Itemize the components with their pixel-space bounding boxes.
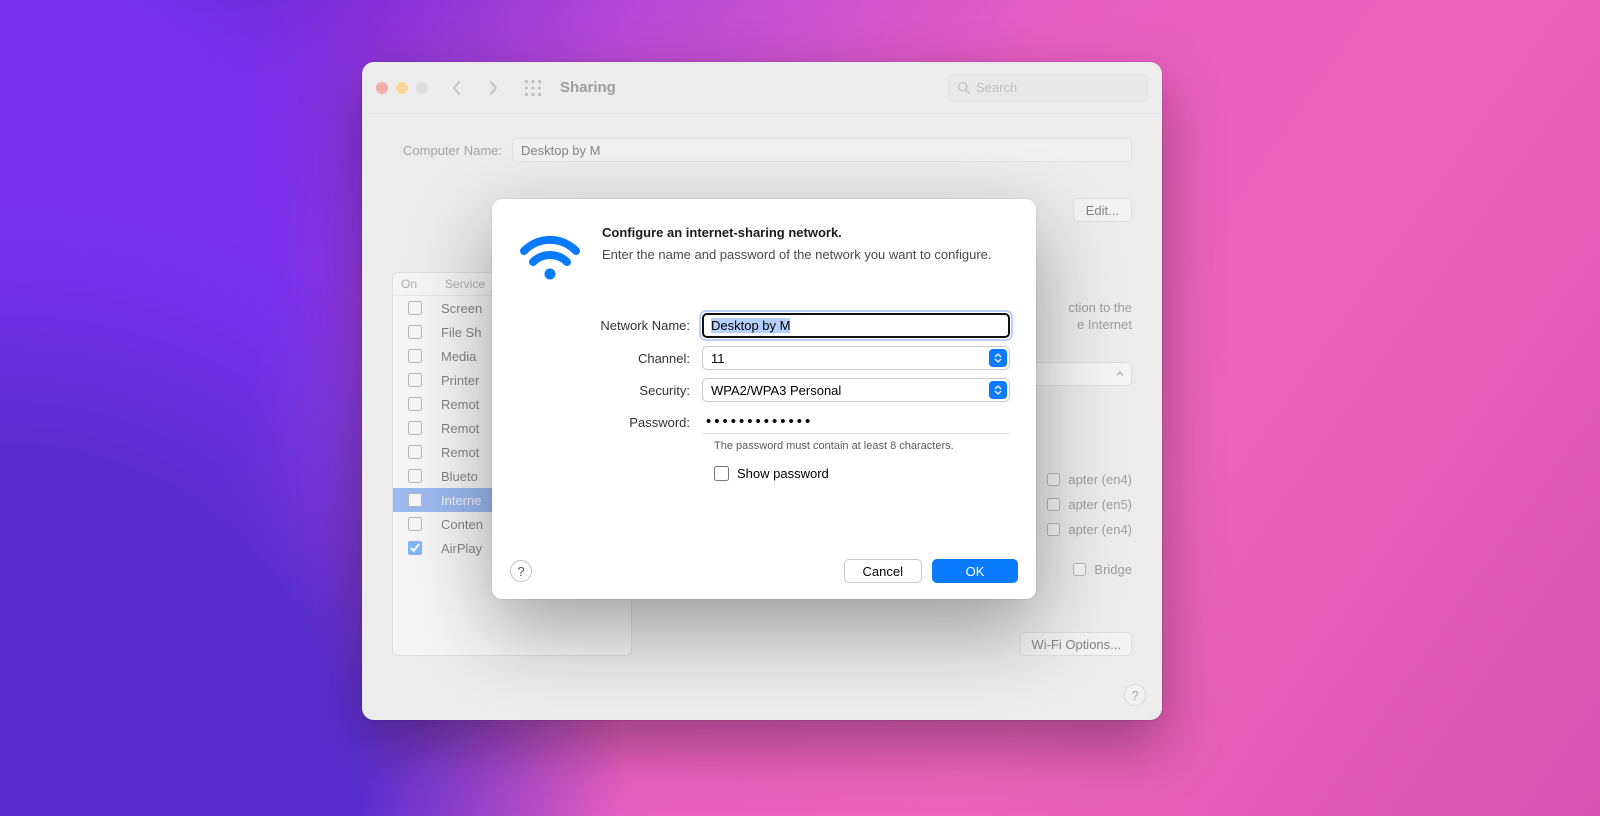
sharing-description: ction to the e Internet <box>1068 300 1132 334</box>
password-label: Password: <box>518 415 702 430</box>
security-select[interactable]: WPA2/WPA3 Personal <box>702 378 1010 402</box>
window-title: Sharing <box>560 79 616 96</box>
port-checkbox[interactable] <box>1047 498 1060 511</box>
back-button[interactable] <box>444 75 470 101</box>
updown-icon <box>1115 371 1125 377</box>
cancel-button[interactable]: Cancel <box>844 559 922 583</box>
search-field[interactable]: Search <box>948 74 1148 102</box>
edit-hostname-button[interactable]: Edit... <box>1073 198 1132 222</box>
service-checkbox[interactable] <box>408 325 422 339</box>
computer-name-label: Computer Name: <box>392 143 512 158</box>
service-checkbox[interactable] <box>408 493 422 507</box>
port-row[interactable]: apter (en5) <box>1047 492 1132 516</box>
show-password-row[interactable]: Show password <box>714 466 1010 481</box>
show-password-label: Show password <box>737 466 829 481</box>
port-row[interactable]: apter (en4) <box>1047 517 1132 541</box>
service-checkbox[interactable] <box>408 517 422 531</box>
wifi-icon <box>518 225 582 289</box>
security-label: Security: <box>518 383 702 398</box>
service-checkbox[interactable] <box>408 541 422 555</box>
forward-button[interactable] <box>480 75 506 101</box>
service-checkbox[interactable] <box>408 445 422 459</box>
service-checkbox[interactable] <box>408 373 422 387</box>
port-row[interactable]: Bridge <box>1073 557 1132 581</box>
password-field[interactable] <box>702 410 1010 434</box>
close-window-button[interactable] <box>376 82 388 94</box>
service-checkbox[interactable] <box>408 421 422 435</box>
port-checkbox[interactable] <box>1047 473 1060 486</box>
zoom-window-button[interactable] <box>416 82 428 94</box>
help-button[interactable]: ? <box>1124 684 1146 706</box>
window-traffic-lights <box>376 82 428 94</box>
channel-label: Channel: <box>518 351 702 366</box>
ok-button[interactable]: OK <box>932 559 1018 583</box>
network-name-field[interactable] <box>702 313 1010 338</box>
channel-select[interactable]: 11 <box>702 346 1010 370</box>
updown-icon <box>989 381 1007 399</box>
port-checkbox[interactable] <box>1073 563 1086 576</box>
dialog-subtitle: Enter the name and password of the netwo… <box>602 246 1010 264</box>
computer-name-field[interactable] <box>512 138 1132 162</box>
configure-network-dialog: Configure an internet-sharing network. E… <box>492 199 1036 599</box>
titlebar: Sharing Search <box>362 62 1162 114</box>
service-checkbox[interactable] <box>408 397 422 411</box>
dialog-help-button[interactable]: ? <box>510 560 532 582</box>
service-checkbox[interactable] <box>408 349 422 363</box>
show-all-icon[interactable] <box>522 77 544 99</box>
updown-icon <box>989 349 1007 367</box>
search-placeholder: Search <box>976 80 1017 95</box>
show-password-checkbox[interactable] <box>714 466 729 481</box>
password-hint: The password must contain at least 8 cha… <box>714 440 1010 452</box>
prefpane-content: Computer Name: <box>362 114 1162 190</box>
service-checkbox[interactable] <box>408 301 422 315</box>
wifi-options-button[interactable]: Wi-Fi Options... <box>1020 632 1132 656</box>
dialog-title: Configure an internet-sharing network. <box>602 225 1010 240</box>
column-on: On <box>393 273 437 295</box>
port-checkbox[interactable] <box>1047 523 1060 536</box>
network-name-label: Network Name: <box>518 318 702 333</box>
port-row[interactable]: apter (en4) <box>1047 467 1132 491</box>
minimize-window-button[interactable] <box>396 82 408 94</box>
search-icon <box>957 81 970 94</box>
service-checkbox[interactable] <box>408 469 422 483</box>
